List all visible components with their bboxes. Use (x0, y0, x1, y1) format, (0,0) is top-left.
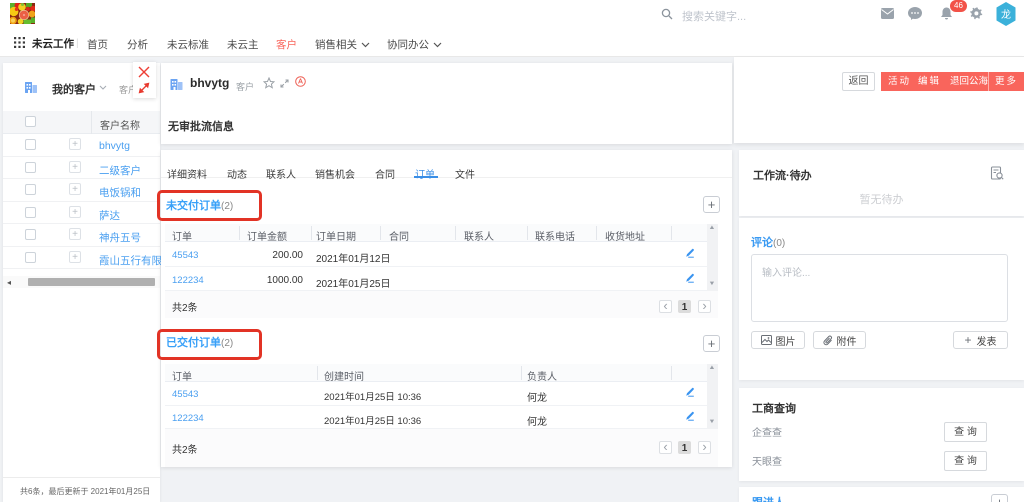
svg-text:龙: 龙 (1001, 8, 1011, 21)
